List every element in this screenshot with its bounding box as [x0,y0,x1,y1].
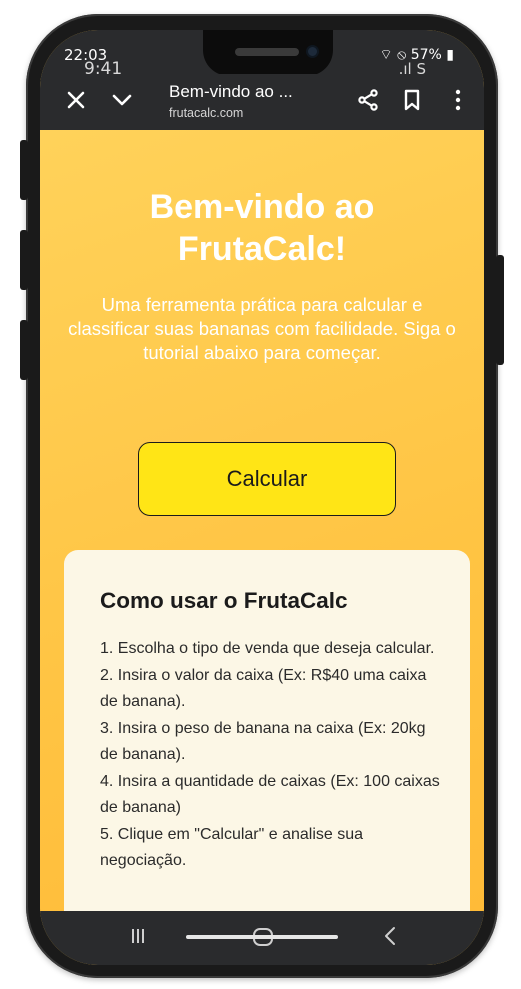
wifi-icon: ⌔ [379,47,393,63]
browser-toolbar: Bem-vindo ao ... frutacalc.com [40,74,484,130]
tutorial-step: 4. Insira a quantidade de caixas (Ex: 10… [100,772,440,817]
share-icon[interactable] [352,84,384,116]
side-button-extra [20,320,28,380]
page-content[interactable]: Bem-vindo ao FrutaCalc! Uma ferramenta p… [40,130,484,911]
system-navigation-bar [40,911,484,965]
tutorial-card: Como usar o FrutaCalc 1. Escolha o tipo … [64,550,470,911]
close-icon[interactable] [60,84,92,116]
side-button-volume-up [20,140,28,200]
earpiece-speaker [235,48,299,56]
side-button-power [496,255,504,365]
page-url[interactable]: frutacalc.com [169,106,243,120]
home-icon[interactable] [250,925,276,954]
recent-apps-icon[interactable] [128,925,148,952]
gesture-handle[interactable] [186,935,338,939]
front-camera [306,45,319,58]
calculate-button[interactable]: Calcular [138,442,396,516]
tutorial-step: 1. Escolha o tipo de venda que deseja ca… [100,640,435,657]
tutorial-step: 5. Clique em "Calcular" e analise sua ne… [100,825,364,870]
back-icon[interactable] [380,925,400,952]
tutorial-steps: 1. Escolha o tipo de venda que deseja ca… [100,636,440,875]
bookmark-icon[interactable] [396,84,428,116]
hero-subtitle: Uma ferramenta prática para calcular e c… [68,294,456,363]
tutorial-step: 3. Insira o peso de banana na caixa (Ex:… [100,719,426,764]
tutorial-step: 2. Insira o valor da caixa (Ex: R$40 uma… [100,666,427,711]
more-vertical-icon[interactable] [442,84,474,116]
chevron-down-icon[interactable] [106,84,138,116]
side-button-volume-down [20,230,28,290]
page-title: Bem-vindo ao ... [169,82,293,101]
phone-screen: 22:03 9:41 ⌔ ⦸ 57% ▮ .ıl S Bem-vindo ao … [40,30,484,965]
tutorial-title: Como usar o FrutaCalc [100,588,348,613]
hero-title: Bem-vindo ao FrutaCalc! [149,188,375,268]
battery-icon: ▮ [446,47,454,63]
